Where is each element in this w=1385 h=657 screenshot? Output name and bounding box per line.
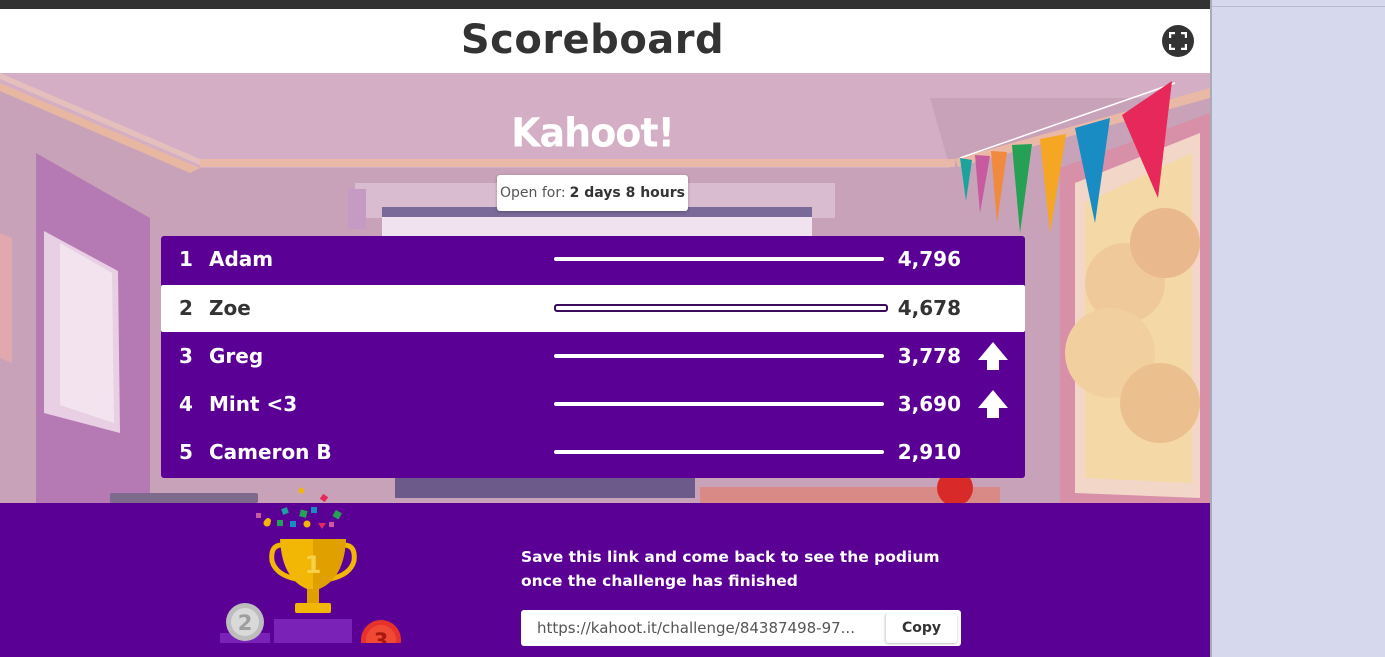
rank: 2 [179, 296, 193, 320]
table-row: 3 Greg 3,778 [161, 333, 1025, 380]
rank: 1 [179, 247, 193, 271]
player-name: Adam [209, 247, 274, 271]
challenge-link-input[interactable] [521, 610, 883, 646]
footer-panel: 1 2 3 Save this link and come back to se… [0, 487, 1210, 657]
copy-button[interactable]: Copy [885, 613, 957, 643]
open-for-label: Open for: [500, 185, 566, 201]
score-bar [554, 354, 884, 358]
player-name: Mint <3 [209, 392, 298, 416]
save-link-message: Save this link and come back to see the … [521, 548, 940, 590]
rank: 4 [179, 392, 193, 416]
score-bar [554, 257, 884, 261]
score-bar [554, 450, 884, 454]
kahoot-app: Scoreboard Kahoot! Open for: 2 days 8 ho… [0, 9, 1210, 657]
player-score: 2,910 [897, 440, 961, 464]
page-title: Scoreboard [460, 17, 725, 63]
table-row: 5 Cameron B 2,910 [161, 429, 1025, 476]
table-row: 1 Adam 4,796 [161, 236, 1025, 283]
table-row: 4 Mint <3 3,690 [161, 381, 1025, 428]
rank: 3 [179, 344, 193, 368]
player-score: 3,690 [897, 392, 961, 416]
open-for-badge: Open for: 2 days 8 hours [497, 175, 688, 211]
fullscreen-icon [1169, 32, 1187, 50]
rank: 5 [179, 440, 193, 464]
browser-top-strip [0, 0, 1210, 9]
open-for-value: 2 days 8 hours [569, 185, 685, 201]
score-bar [554, 402, 884, 406]
fullscreen-button[interactable] [1162, 25, 1194, 57]
player-name: Zoe [209, 296, 251, 320]
player-score: 4,796 [897, 247, 961, 271]
side-panel [1210, 0, 1385, 657]
svg-text:3: 3 [374, 629, 389, 643]
classroom-background: Kahoot! Open for: 2 days 8 hours 1 Adam … [0, 73, 1210, 503]
header: Scoreboard [0, 9, 1210, 73]
kahoot-logo: Kahoot! [511, 109, 675, 157]
up-arrow-icon [978, 390, 1008, 418]
podium-trophy-illustration: 1 2 3 [220, 487, 401, 643]
scoreboard-list: 1 Adam 4,796 2 Zoe 4,678 3 Greg 3,778 4 … [161, 236, 1025, 478]
player-score: 4,678 [897, 296, 961, 320]
score-bar [554, 304, 888, 312]
player-name: Greg [209, 344, 264, 368]
challenge-link-box: Copy [521, 610, 961, 646]
up-arrow-icon [978, 342, 1008, 370]
player-score: 3,778 [897, 344, 961, 368]
svg-text:2: 2 [238, 611, 253, 635]
svg-text:1: 1 [305, 551, 322, 579]
divider [1212, 6, 1385, 7]
table-row-current-player: 2 Zoe 4,678 [161, 285, 1025, 332]
player-name: Cameron B [209, 440, 332, 464]
